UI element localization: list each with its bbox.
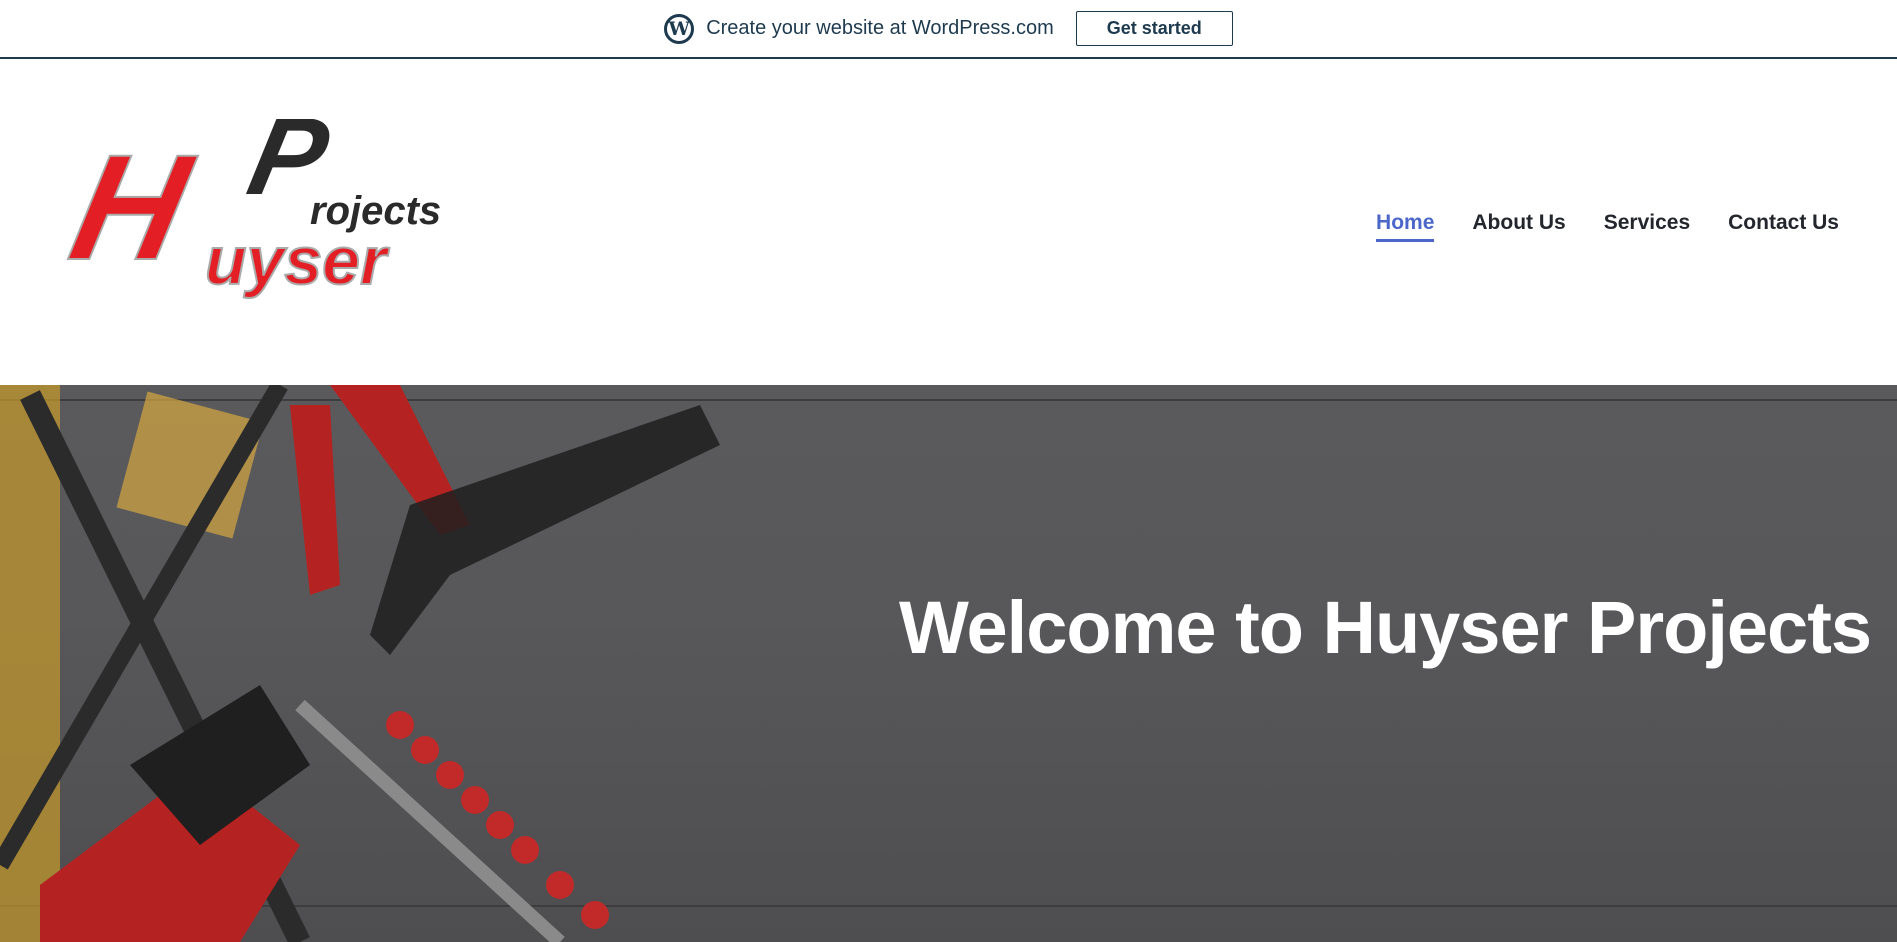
get-started-button[interactable]: Get started (1075, 11, 1233, 46)
nav-contact-us[interactable]: Contact Us (1728, 211, 1839, 242)
wordpress-banner: W Create your website at WordPress.com G… (0, 0, 1897, 59)
hero-banner: Welcome to Huyser Projects (0, 385, 1897, 942)
main-nav: Home About Us Services Contact Us (1376, 211, 1839, 242)
wordpress-icon: W (664, 13, 695, 44)
nav-about-us[interactable]: About Us (1472, 211, 1565, 242)
hero-heading: Welcome to Huyser Projects (899, 586, 1872, 669)
banner-text: Create your website at WordPress.com (706, 17, 1054, 39)
site-header: P rojects H uyser Home About Us Services… (0, 59, 1897, 385)
site-logo[interactable]: P rojects H uyser (55, 119, 515, 319)
nav-services[interactable]: Services (1604, 211, 1690, 242)
tools-image (0, 385, 720, 942)
svg-text:H: H (58, 125, 205, 292)
nav-home[interactable]: Home (1376, 211, 1435, 242)
svg-text:uyser: uyser (205, 223, 390, 299)
